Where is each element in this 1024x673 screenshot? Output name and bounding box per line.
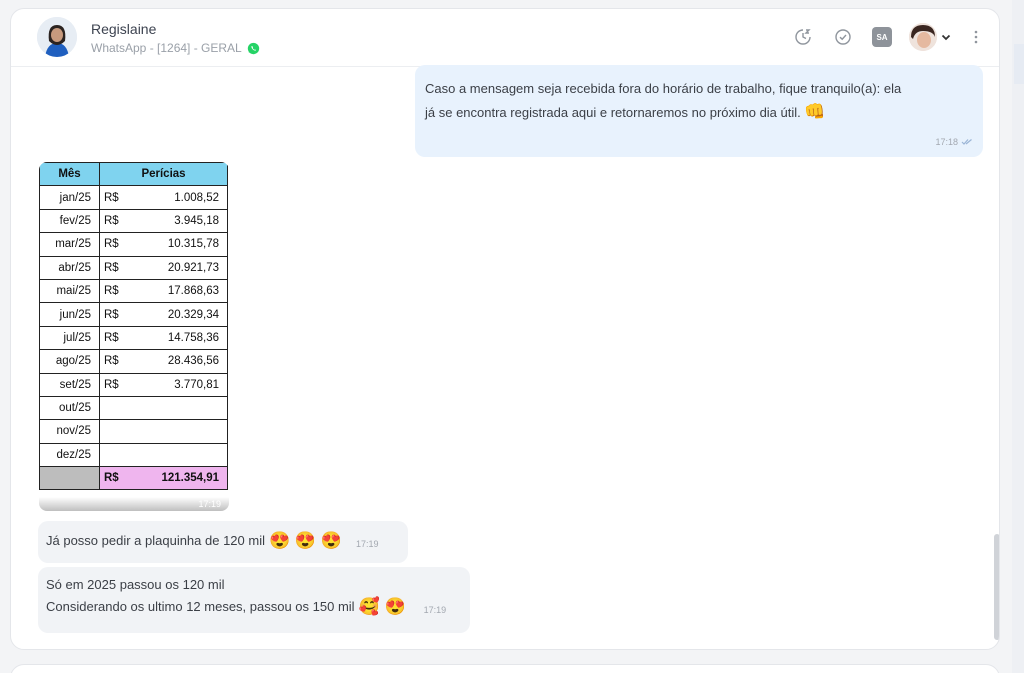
sheet-row: ago/25 R$ 28.436,56 [39, 349, 228, 374]
chat-scrollbar[interactable] [994, 534, 999, 640]
heart-eyes-emoji: 😍 😍 😍 [268, 530, 342, 550]
sheet-row: dez/25 [39, 442, 228, 468]
fist-bump-emoji: 👊 [804, 101, 826, 121]
sheet-currency-cell: R$ [99, 255, 120, 280]
message-line: Só em 2025 passou os 120 mil [46, 577, 462, 592]
agent-avatar [909, 23, 937, 51]
sheet-header-row: Mês Perícias [39, 162, 228, 187]
spreadsheet-image-message[interactable]: Mês Perícias jan/25 R$ 1.008,52 fev/25 R$ 3.9… [39, 162, 229, 511]
message-text: Considerando os ultimo 12 meses, passou … [46, 598, 355, 614]
sheet-currency-cell: R$ [99, 185, 120, 210]
assigned-agent-dropdown[interactable] [909, 23, 957, 51]
sheet-row: jul/25 R$ 14.758,36 [39, 325, 228, 351]
message-time: 17:19 [355, 539, 379, 549]
sheet-month-cell: set/25 [39, 372, 100, 397]
sheet-total-value: 121.354,91 [119, 466, 228, 491]
sheet-month-cell: jun/25 [39, 302, 100, 327]
auto-reply-message: Caso a mensagem seja recebida fora do ho… [415, 65, 983, 157]
sheet-currency-cell: R$ [99, 349, 120, 374]
message-time: 17:18 [935, 137, 973, 147]
sheet-body: jan/25 R$ 1.008,52 fev/25 R$ 3.945,18 mar/25 R$… [39, 185, 228, 468]
sheet-value-cell: 20.329,34 [119, 302, 228, 327]
contact-avatar[interactable] [37, 17, 77, 57]
sheet-row: jun/25 R$ 20.329,34 [39, 302, 228, 327]
sheet-month-cell: dez/25 [39, 442, 100, 468]
right-side-strip [1012, 0, 1024, 673]
sheet-total-currency: R$ [99, 466, 120, 491]
sheet-row: jan/25 R$ 1.008,52 [39, 185, 228, 210]
sheet-row: nov/25 [39, 419, 228, 444]
message-time: 17:19 [423, 605, 447, 615]
sheet-month-cell: ago/25 [39, 349, 100, 374]
auto-reply-body: Caso a mensagem seja recebida fora do ho… [425, 81, 902, 120]
sheet-value-cell: 28.436,56 [119, 349, 228, 374]
contact-name[interactable]: Regislaine [91, 21, 156, 37]
sheet-value-cell: 3.770,81 [119, 372, 228, 397]
sheet-month-cell: out/25 [39, 395, 100, 421]
sheet-currency-cell: R$ [99, 232, 120, 257]
sheet-month-cell: mai/25 [39, 278, 100, 304]
sheet-value-cell: 10.315,78 [119, 232, 228, 257]
sheet-header-month: Mês [39, 162, 100, 187]
sheet-month-cell: abr/25 [39, 255, 100, 280]
sheet-month-cell: mar/25 [39, 232, 100, 257]
auto-reply-text: Caso a mensagem seja recebida fora do ho… [425, 77, 905, 124]
resolve-button[interactable] [833, 27, 853, 47]
sheet-currency-cell [99, 442, 120, 468]
check-circle-icon [835, 29, 851, 45]
sheet-currency-cell: R$ [99, 302, 120, 327]
incoming-message: Já posso pedir a plaquinha de 120 mil 😍 … [38, 521, 408, 563]
sheet-row: set/25 R$ 3.770,81 [39, 372, 228, 397]
sheet-row: mai/25 R$ 17.868,63 [39, 278, 228, 304]
smiling-hearts-emoji: 🥰 😍 [358, 596, 406, 616]
sheet-value-cell: 1.008,52 [119, 185, 228, 210]
sheet-row: fev/25 R$ 3.945,18 [39, 208, 228, 234]
sheet-value-cell: 20.921,73 [119, 255, 228, 280]
snooze-button[interactable] [793, 27, 813, 47]
sheet-value-cell: 17.868,63 [119, 278, 228, 304]
sheet-month-cell: jul/25 [39, 325, 100, 351]
right-strip-accent [1014, 44, 1024, 84]
sheet-header-value: Perícias [99, 162, 228, 187]
message-time-text: 17:18 [935, 137, 958, 147]
more-options-button[interactable] [966, 27, 986, 47]
incoming-message: Só em 2025 passou os 120 mil Considerand… [38, 567, 470, 633]
sheet-currency-cell: R$ [99, 278, 120, 304]
sheet-currency-cell: R$ [99, 325, 120, 351]
sheet-value-cell [119, 419, 228, 444]
sheet-value-cell [119, 442, 228, 468]
double-check-icon [961, 139, 972, 145]
spreadsheet-table: Mês Perícias jan/25 R$ 1.008,52 fev/25 R$ 3.9… [39, 162, 228, 491]
sheet-total-blank [39, 466, 100, 491]
sheet-currency-cell [99, 395, 120, 421]
more-vertical-icon [974, 30, 978, 44]
whatsapp-icon [247, 42, 259, 54]
sheet-value-cell [119, 395, 228, 421]
sheet-month-cell: fev/25 [39, 208, 100, 234]
agent-initials-badge[interactable]: SA [872, 27, 892, 47]
message-line: Já posso pedir a plaquinha de 120 mil 😍 … [46, 530, 400, 550]
message-line: Considerando os ultimo 12 meses, passou … [46, 596, 462, 616]
sheet-row: mar/25 R$ 10.315,78 [39, 232, 228, 257]
sheet-currency-cell: R$ [99, 372, 120, 397]
clock-snooze-icon [795, 29, 811, 45]
chevron-down-icon [941, 34, 951, 41]
sheet-value-cell: 3.945,18 [119, 208, 228, 234]
message-text: Já posso pedir a plaquinha de 120 mil [46, 532, 265, 548]
composer-card [10, 664, 1000, 673]
sheet-total-row: R$ 121.354,91 [39, 466, 228, 491]
sheet-month-cell: nov/25 [39, 419, 100, 444]
chat-header: Regislaine WhatsApp - [1264] - GERAL SA [11, 9, 999, 67]
image-time: 17:19 [198, 499, 221, 509]
chat-panel: Regislaine WhatsApp - [1264] - GERAL SA [10, 8, 1000, 650]
sheet-row: out/25 [39, 395, 228, 421]
sheet-month-cell: jan/25 [39, 185, 100, 210]
contact-channel-info: WhatsApp - [1264] - GERAL [91, 41, 260, 55]
sheet-currency-cell [99, 419, 120, 444]
sheet-currency-cell: R$ [99, 208, 120, 234]
contact-channel-label: WhatsApp - [1264] - GERAL [91, 41, 242, 55]
sheet-value-cell: 14.758,36 [119, 325, 228, 351]
sheet-row: abr/25 R$ 20.921,73 [39, 255, 228, 280]
message-text: Só em 2025 passou os 120 mil [46, 577, 225, 592]
